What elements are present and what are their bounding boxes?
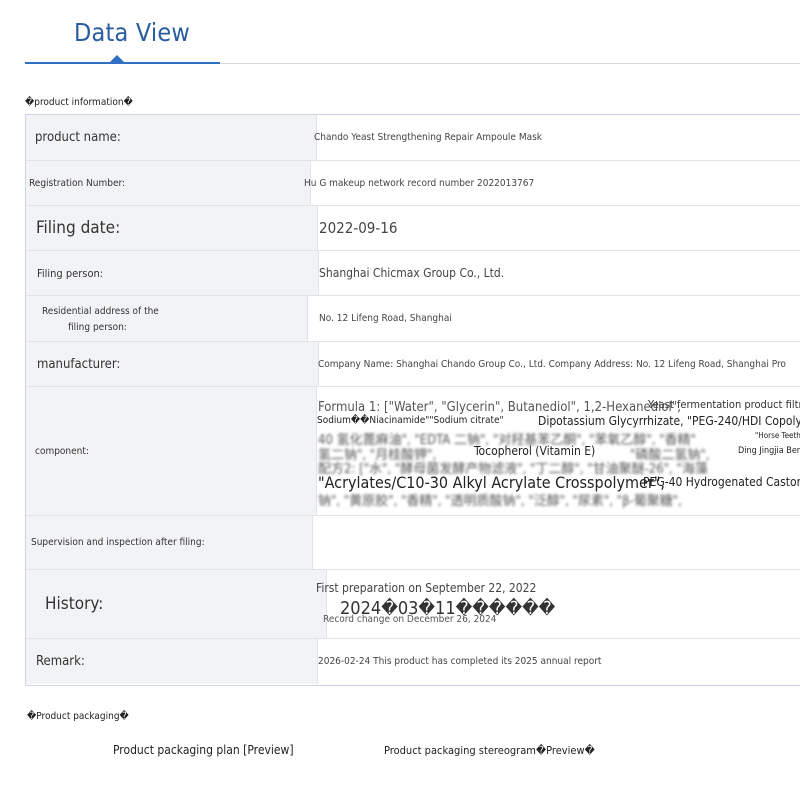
label-text-line1: Residential address of the — [42, 306, 159, 317]
label-text: Registration Number: — [29, 177, 126, 189]
label-filing-date: Filing date: — [26, 206, 318, 250]
component-line3b: "Horse Teeth — [755, 431, 800, 440]
page-title: Data View — [74, 18, 190, 47]
value-text: 2022-09-16 — [319, 219, 398, 237]
table-row-history: History: First preparation on September … — [26, 570, 800, 639]
label-text: component: — [35, 445, 89, 457]
component-line2b: Dipotassium Glycyrrhizate, "PEG-240/HDI … — [538, 414, 800, 428]
value-text: No. 12 Lifeng Road, Shanghai — [319, 313, 452, 324]
table-row-supervision: Supervision and inspection after filing: — [26, 516, 800, 570]
value-text: Chando Yeast Strengthening Repair Ampoul… — [314, 132, 542, 143]
table-row-component: component: Formula 1: ["Water", "Glyceri… — [26, 387, 800, 516]
packaging-stereogram-preview-link[interactable]: Product packaging stereogram�Preview� — [384, 744, 595, 757]
label-component: component: — [26, 387, 317, 515]
table-row-filing-person: Filing person: Shanghai Chicmax Group Co… — [26, 251, 800, 296]
title-underline — [25, 62, 220, 64]
label-text: product name: — [35, 130, 121, 145]
product-info-table: product name: Chando Yeast Strengthening… — [25, 114, 800, 686]
label-history: History: — [26, 570, 327, 638]
value-residential-address: No. 12 Lifeng Road, Shanghai — [308, 296, 800, 341]
component-line4d: Ding Jingjia Ben — [738, 446, 800, 456]
value-supervision — [308, 516, 800, 569]
table-row-filing-date: Filing date: 2022-09-16 — [26, 206, 800, 251]
component-formula1-text: Formula 1: ["Water", "Glycerin", Butaned… — [318, 400, 681, 415]
component-line4b: Tocopherol (Vitamin E) — [474, 444, 596, 458]
history-first-preparation: First preparation on September 22, 2022 — [316, 581, 537, 595]
label-text: Filing date: — [36, 218, 121, 238]
section-product-packaging: �Product packaging� — [27, 711, 129, 722]
label-text: Filing person: — [37, 266, 104, 280]
value-component: Formula 1: ["Water", "Glycerin", Butaned… — [308, 387, 800, 515]
label-registration: Registration Number: — [26, 161, 311, 205]
component-line2a: Sodium��Niacinamide""Sodium citrate" — [317, 415, 504, 426]
title-divider — [220, 63, 800, 64]
value-history: First preparation on September 22, 2022 … — [308, 570, 800, 638]
label-manufacturer: manufacturer: — [26, 342, 319, 386]
value-filing-person: Shanghai Chicmax Group Co., Ltd. — [308, 251, 800, 295]
label-filing-person: Filing person: — [26, 251, 319, 295]
table-row-registration: Registration Number: Hu G makeup network… — [26, 161, 800, 206]
component-formula1-continued: Yeast fermentation product filtra — [648, 398, 800, 411]
label-supervision: Supervision and inspection after filing: — [26, 516, 313, 569]
table-row-product-name: product name: Chando Yeast Strengthening… — [26, 115, 800, 161]
value-text: 2026-02-24 This product has completed it… — [318, 656, 602, 667]
label-residential-address: Residential address of the filing person… — [26, 296, 308, 341]
label-text: History: — [45, 594, 104, 614]
value-text: Company Name: Shanghai Chando Group Co.,… — [318, 358, 786, 370]
label-text-line2: filing person: — [68, 322, 127, 333]
section-product-information: �product information� — [25, 97, 133, 108]
label-product-name: product name: — [26, 115, 317, 160]
value-manufacturer: Company Name: Shanghai Chando Group Co.,… — [308, 342, 800, 386]
packaging-plan-preview-link[interactable]: Product packaging plan [Preview] — [113, 743, 294, 757]
component-line7-blurred: 钠", "黄原胶", "香精", "透明质酸钠", "泛醇", "尿素", "β… — [318, 494, 682, 509]
value-text: Hu G makeup network record number 202201… — [304, 177, 535, 189]
table-row-residential-address: Residential address of the filing person… — [26, 296, 800, 342]
value-filing-date: 2022-09-16 — [308, 206, 800, 250]
value-registration: Hu G makeup network record number 202201… — [304, 161, 800, 205]
value-product-name: Chando Yeast Strengthening Repair Ampoul… — [308, 115, 800, 160]
label-remark: Remark: — [26, 639, 318, 684]
table-row-manufacturer: manufacturer: Company Name: Shanghai Cha… — [26, 342, 800, 387]
value-text: Shanghai Chicmax Group Co., Ltd. — [319, 266, 505, 280]
table-row-remark: Remark: 2026-02-24 This product has comp… — [26, 639, 800, 684]
label-text: Remark: — [36, 654, 85, 669]
title-caret-icon — [110, 55, 124, 62]
label-text: manufacturer: — [37, 356, 121, 372]
component-line6b: PEG-40 Hydrogenated Castor O — [643, 475, 800, 489]
value-remark: 2026-02-24 This product has completed it… — [308, 639, 800, 684]
history-change-date: 2024�03�11������ — [340, 598, 556, 619]
label-text: Supervision and inspection after filing: — [31, 537, 205, 548]
